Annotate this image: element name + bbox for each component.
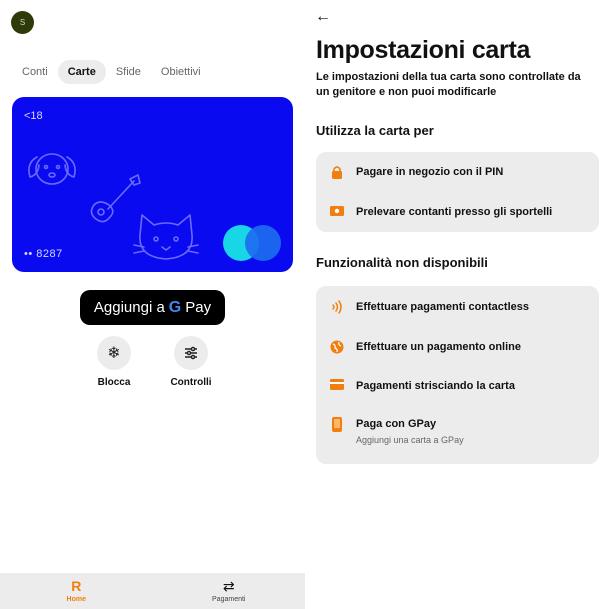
cards-screen: S Conti Carte Sfide Obiettivi <18 •• 828… [0, 0, 305, 609]
feature-label: Effettuare pagamenti contactless [356, 301, 529, 313]
cash-icon [330, 205, 344, 219]
nav-home[interactable]: R Home [0, 573, 153, 609]
feature-row-atm: Prelevare contanti presso gli sportelli [330, 205, 552, 219]
tab-conti[interactable]: Conti [12, 60, 58, 84]
allowed-features-group: Pagare in negozio con il PIN Prelevare c… [316, 152, 599, 232]
feature-sublabel: Aggiungi una carta a GPay [356, 435, 464, 445]
gpay-prefix: Aggiungi a [93, 299, 165, 316]
nav-payments-label: Pagamenti [212, 596, 246, 603]
nav-home-label: Home [66, 596, 86, 603]
freeze-label: Blocca [97, 377, 131, 388]
controls-action[interactable]: Controlli [161, 336, 221, 388]
payment-card[interactable]: <18 •• 8287 [12, 97, 293, 272]
tab-bar: Conti Carte Sfide Obiettivi [12, 60, 211, 84]
section-use-card-heading: Utilizza la carta per [316, 123, 434, 138]
page-subtitle: Le impostazioni della tua carta sono con… [316, 71, 581, 98]
nav-payments[interactable]: ⇄ Pagamenti [153, 573, 306, 609]
lock-icon [330, 165, 344, 179]
feature-row-contactless: Effettuare pagamenti contactless [330, 300, 529, 314]
controls-label: Controlli [170, 377, 212, 388]
freeze-card-action[interactable]: ❄ Blocca [84, 336, 144, 388]
contactless-icon [330, 300, 344, 314]
home-r-icon: R [71, 578, 82, 594]
globe-icon [330, 340, 344, 354]
feature-row-pin: Pagare in negozio con il PIN [330, 165, 503, 179]
google-g-icon: G [168, 298, 182, 316]
snowflake-icon[interactable]: ❄ [97, 336, 131, 370]
add-to-gpay-button[interactable]: Aggiungi a G Pay [80, 290, 225, 325]
tab-obiettivi[interactable]: Obiettivi [151, 60, 211, 84]
transfer-arrows-icon: ⇄ [222, 578, 235, 594]
phone-icon [330, 417, 344, 432]
bottom-nav: R Home ⇄ Pagamenti [0, 573, 305, 609]
page-title: Impostazioni carta [316, 36, 531, 64]
guitar-doodle-icon [90, 174, 141, 223]
gpay-pay: Pay [185, 299, 212, 316]
feature-label: Pagare in negozio con il PIN [356, 166, 504, 178]
card-icon [330, 379, 344, 393]
mastercard-logo-right [245, 225, 281, 261]
feature-row-online: Effettuare un pagamento online [330, 340, 521, 354]
sliders-icon[interactable] [174, 336, 208, 370]
section-unavailable-heading: Funzionalità non disponibili [316, 255, 488, 270]
feature-label: Prelevare contanti presso gli sportelli [356, 206, 553, 218]
feature-row-swipe: Pagamenti strisciando la carta [330, 379, 515, 393]
feature-label: Effettuare un pagamento online [356, 341, 522, 353]
feature-row-gpay: Paga con GPay Aggiungi una carta a GPay [330, 417, 464, 445]
tab-carte[interactable]: Carte [57, 60, 106, 84]
card-number: •• 8287 [24, 248, 63, 260]
unavailable-features-group: Effettuare pagamenti contactless Effettu… [316, 286, 599, 464]
back-arrow-icon[interactable]: ← [315, 8, 331, 26]
age-badge: <18 [24, 110, 43, 122]
feature-label: Paga con GPay [356, 418, 437, 430]
dog-doodle-icon [28, 153, 76, 185]
cat-doodle-icon [133, 214, 199, 260]
card-settings-screen: ← Impostazioni carta Le impostazioni del… [305, 0, 610, 609]
feature-label: Pagamenti strisciando la carta [356, 380, 515, 392]
avatar[interactable]: S [11, 11, 34, 34]
tab-sfide[interactable]: Sfide [106, 60, 151, 84]
